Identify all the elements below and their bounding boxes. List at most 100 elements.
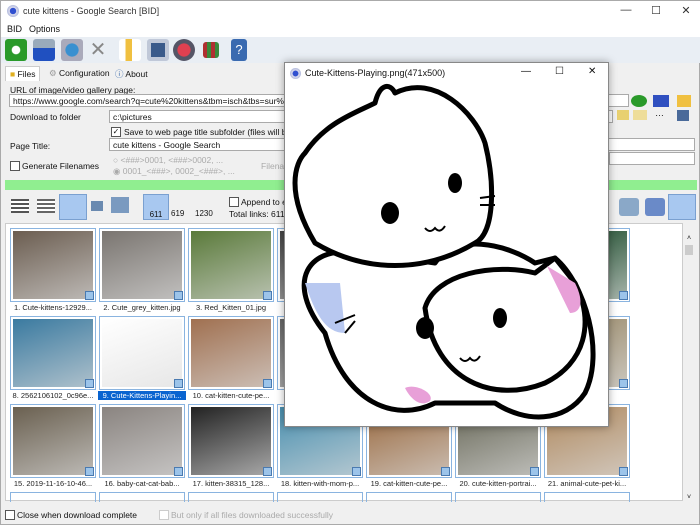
thumbnail[interactable] [10,404,96,478]
link-overlay-icon [263,379,272,388]
browse-button[interactable]: … [655,108,664,118]
thumbnail-caption[interactable]: 19. cat-kitten-cute-pe... [365,479,453,488]
radio-format-2[interactable]: ◉ 0001_<###>, 0002_<###>, ... [113,166,235,177]
help-query-icon[interactable] [61,39,83,61]
link-overlay-icon [85,379,94,388]
refresh-icon[interactable] [631,95,647,107]
scrollbar[interactable]: ˄ ˅ [684,235,694,501]
thumbnail[interactable] [10,316,96,390]
scroll-up-icon[interactable]: ˄ [684,235,694,242]
grid-icon[interactable] [203,42,219,58]
info-icon: ⓘ [115,69,126,79]
link-overlay-icon [85,291,94,300]
generate-filenames-label: Generate Filenames [22,161,100,171]
stop-icon[interactable]: ✕ [87,39,109,61]
help-icon[interactable]: ? [231,39,247,61]
refresh-icon[interactable] [5,39,27,61]
thumbnail[interactable] [188,228,274,302]
download-icon[interactable] [33,39,55,61]
popup-close-button[interactable]: ✕ [588,66,596,77]
link-overlay-icon [263,291,272,300]
url-actions: … [617,94,697,124]
thumbnail[interactable] [99,404,185,478]
close-button[interactable]: ✕ [671,4,700,20]
filter-611-button[interactable]: 611 [143,194,169,220]
thumbnail[interactable] [277,492,363,502]
radio-format-1[interactable]: ○ <###>0001, <###>0002, ... [113,155,223,165]
thumbnail[interactable] [99,316,185,390]
play-icon[interactable] [619,198,639,216]
only-if-success-checkbox[interactable] [159,510,169,520]
tab-bar: ■ Files ⚙ Configuration ⓘ About [1,64,291,82]
close-when-done-checkbox[interactable] [5,510,15,520]
menu-bid[interactable]: BID [7,24,22,34]
radio-label: 0001_<###>, 0002_<###>, ... [122,166,235,176]
kittens-image [292,84,596,420]
thumbnail[interactable] [544,492,630,502]
gear-icon: ⚙ [49,68,59,78]
list-view-icon[interactable] [37,199,55,213]
thumbnail-caption[interactable]: 1. Cute-kittens-12929... [9,303,97,312]
popup-minimize-button[interactable]: — [521,66,531,77]
thumbnail[interactable] [366,492,452,502]
thumbnail-caption[interactable]: 8. 2562106102_0c96e... [9,391,97,400]
thumbnail-caption[interactable]: 20. cute-kitten-portrai... [454,479,542,488]
slideshow-button[interactable] [668,194,696,220]
minimize-button[interactable]: — [611,4,641,20]
small-thumbs-button[interactable] [59,194,87,220]
thumbnail[interactable] [99,492,185,502]
thumbnail-caption[interactable]: 9. Cute-Kittens-Playin... [98,391,186,400]
save-icon[interactable] [147,39,169,61]
thumbnail[interactable] [188,492,274,502]
link-overlay-icon [619,379,628,388]
details-view-icon[interactable] [11,199,29,213]
thumbnail-caption[interactable]: 15. 2019-11-16-10-46... [9,479,97,488]
download-icon[interactable] [653,95,669,107]
tab-configuration[interactable]: ⚙ Configuration [45,66,114,81]
pencil-icon[interactable] [119,39,141,61]
thumbnail-caption[interactable]: 2. Cute_grey_kitten.jpg [98,303,186,312]
app-icon [7,5,19,17]
thumbnail[interactable] [455,492,541,502]
settings-wheel-icon[interactable] [173,39,195,61]
filename-input[interactable] [609,152,695,165]
only-if-success-label: But only if all files downloaded success… [171,510,334,520]
thumbnail-caption[interactable]: 16. baby-cat-cat-bab... [98,479,186,488]
thumbnail[interactable] [99,228,185,302]
generate-filenames-checkbox[interactable] [10,161,20,171]
close-when-done-label: Close when download complete [17,510,138,520]
image-preview-window: Cute-Kittens-Playing.png(471x500) — ☐ ✕ [284,62,609,427]
folder-label: Download to folder [10,112,81,122]
popup-title: Cute-Kittens-Playing.png(471x500) [305,68,446,78]
append-checkbox[interactable] [229,197,239,207]
scroll-thumb[interactable] [685,245,693,255]
thumbnail-caption[interactable]: 18. kitten-with-mom-p... [276,479,364,488]
link-overlay-icon [174,379,183,388]
thumbnail-caption[interactable]: 21. animal-cute-pet-ki... [543,479,631,488]
thumbnail[interactable] [188,404,274,478]
tab-about[interactable]: ⓘ About [111,66,152,82]
thumbnail[interactable] [188,316,274,390]
pencil-icon[interactable] [677,95,691,107]
thumbnail-image [191,319,271,387]
medium-thumbs-icon[interactable] [91,201,103,211]
large-thumbs-icon[interactable] [111,197,129,213]
filter-619-button[interactable]: 619 [171,209,184,218]
download-all-icon[interactable] [645,198,665,216]
thumbnail[interactable] [10,492,96,502]
thumbnail[interactable] [10,228,96,302]
popup-maximize-button[interactable]: ☐ [555,66,564,77]
thumbnail-caption[interactable]: 17. kitten-38315_128... [187,479,275,488]
tab-files[interactable]: ■ Files [5,66,41,81]
chat-icon[interactable] [633,110,647,120]
filter-1230-button[interactable]: 1230 [195,209,213,218]
thumbnail-caption[interactable]: 3. Red_Kitten_01.jpg [187,303,275,312]
menu-options[interactable]: Options [29,24,60,34]
maximize-button[interactable]: ☐ [641,4,671,20]
thumbnail-caption[interactable]: 10. cat-kitten-cute-pe... [187,391,275,400]
folder-icon[interactable] [617,110,629,120]
subfolder-checkbox[interactable]: ✓ [111,127,121,137]
scroll-down-icon[interactable]: ˅ [684,494,694,501]
window-title: cute kittens - Google Search [BID] [23,6,160,16]
save-icon[interactable] [677,110,689,121]
